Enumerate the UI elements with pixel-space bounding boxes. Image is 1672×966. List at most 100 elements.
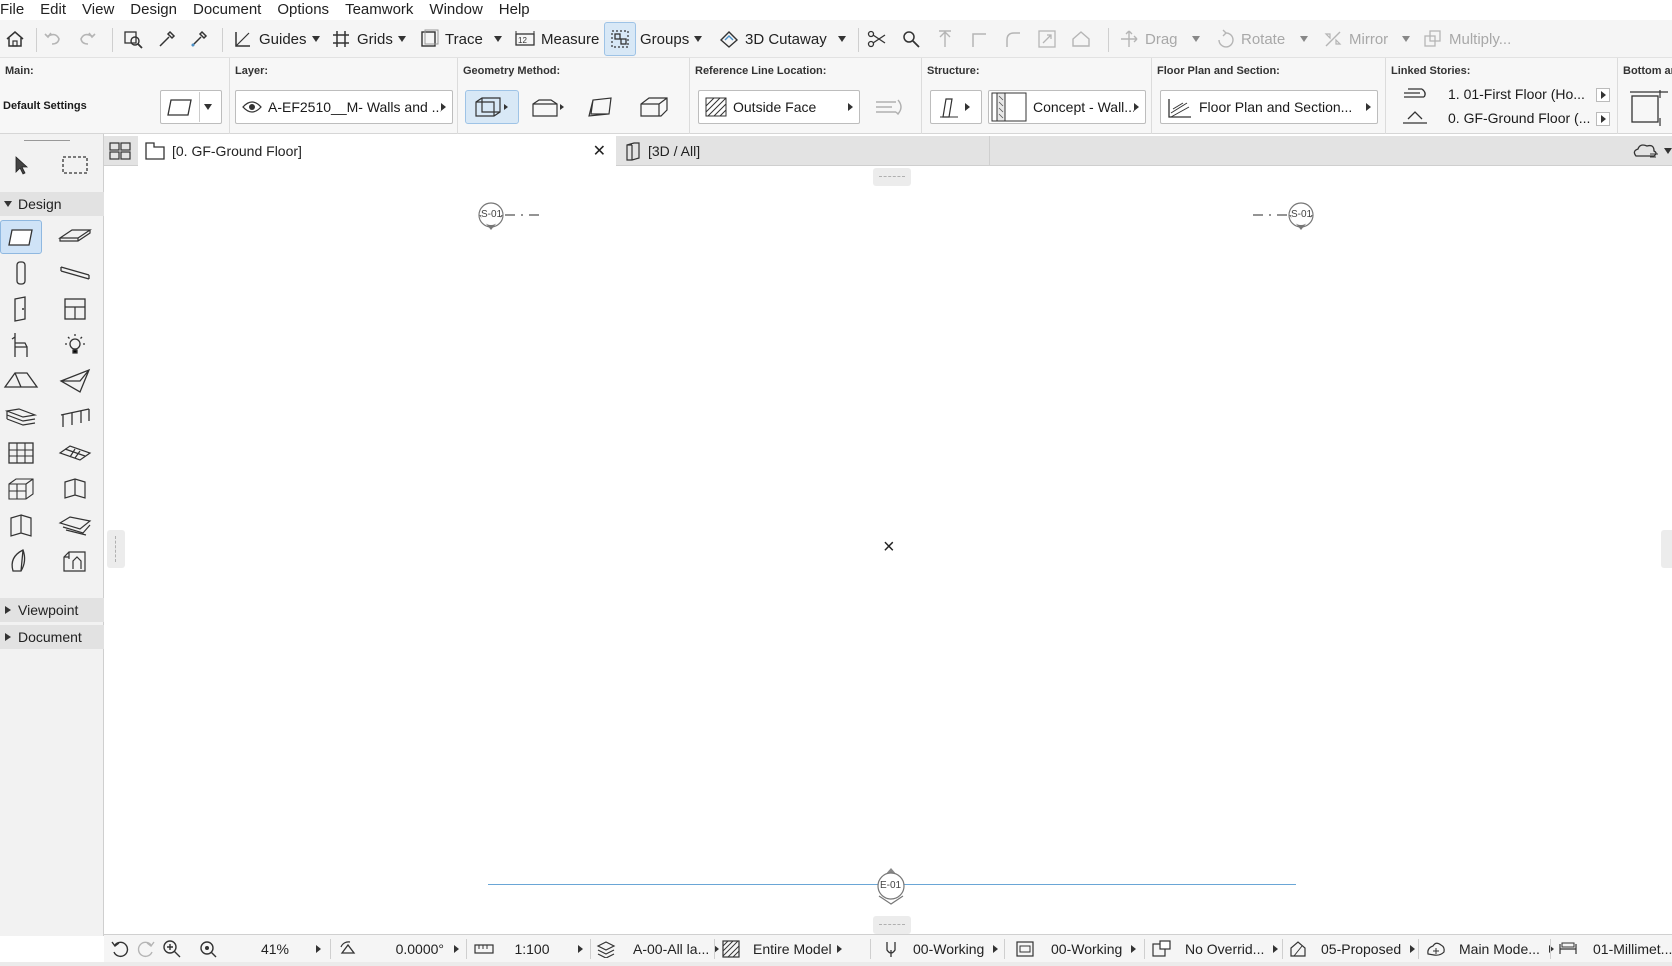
settings-dropdown-icon[interactable] — [204, 104, 212, 110]
menu-design[interactable]: Design — [122, 0, 185, 20]
top-scroll-handle[interactable] — [873, 168, 911, 186]
beam-tool[interactable] — [54, 256, 96, 290]
pen-set-field[interactable]: 00-Working — [884, 935, 999, 963]
fps-selector[interactable]: Floor Plan and Section... — [1160, 90, 1378, 124]
redo-button[interactable] — [76, 23, 98, 55]
rotate-dropdown[interactable] — [1300, 23, 1308, 55]
model-view-field[interactable]: Entire Model — [722, 935, 842, 963]
navigator-dropdown-icon[interactable] — [1664, 148, 1672, 154]
scale-field[interactable]: 1:100 — [496, 935, 568, 963]
polygonal-wall-button[interactable] — [632, 90, 678, 124]
straight-wall-button[interactable] — [465, 90, 519, 124]
intersect-button[interactable] — [968, 23, 990, 55]
zone-tool[interactable] — [0, 472, 42, 506]
object-library-tool[interactable] — [54, 544, 96, 578]
menu-help[interactable]: Help — [491, 0, 538, 20]
composite-selector[interactable]: Concept - Wall... — [988, 90, 1146, 124]
slab-tool[interactable] — [54, 220, 96, 254]
undo-button[interactable] — [42, 23, 64, 55]
trace-dropdown[interactable] — [494, 23, 502, 55]
marquee-tool[interactable] — [54, 148, 96, 182]
menu-file[interactable]: File — [0, 0, 32, 20]
lamp-tool[interactable] — [54, 328, 96, 362]
right-scroll-handle[interactable] — [1661, 530, 1672, 568]
dimension-standard-field[interactable]: 01-Millimet... — [1558, 935, 1672, 963]
drag-dropdown-icon[interactable] — [1192, 36, 1200, 42]
mirror-dropdown[interactable] — [1402, 23, 1410, 55]
trace-dropdown-icon[interactable] — [494, 36, 502, 42]
door-tool[interactable] — [0, 292, 42, 326]
menu-edit[interactable]: Edit — [32, 0, 74, 20]
tool-settings-button[interactable] — [160, 90, 222, 124]
fillet-button[interactable] — [1002, 23, 1024, 55]
grids-button[interactable]: Grids — [330, 23, 406, 55]
groups-dropdown-icon[interactable] — [694, 36, 703, 42]
graphic-override-field[interactable]: No Overrid... — [1152, 935, 1279, 963]
guides-button[interactable]: Guides — [232, 23, 320, 55]
drawing-canvas[interactable]: S-01 S-01 × E-01 — [105, 166, 1672, 934]
zoom-in-button[interactable] — [162, 935, 182, 963]
opening-tool[interactable] — [0, 508, 42, 542]
inject-parameters-button[interactable] — [188, 23, 210, 55]
home-button[interactable] — [4, 23, 26, 55]
menu-options[interactable]: Options — [269, 0, 337, 20]
flip-refline-button[interactable] — [866, 90, 912, 124]
window-tool[interactable] — [54, 292, 96, 326]
zoom-next-button[interactable] — [136, 935, 156, 963]
find-select-button[interactable] — [122, 23, 144, 55]
grids-dropdown-icon[interactable] — [397, 36, 406, 42]
trapezoid-wall-button[interactable] — [524, 90, 570, 124]
menu-view[interactable]: View — [74, 0, 122, 20]
split-button[interactable] — [866, 23, 888, 55]
measure-button[interactable]: 12 Measure — [514, 23, 599, 55]
bottom-scroll-handle[interactable] — [873, 916, 911, 934]
menu-window[interactable]: Window — [421, 0, 490, 20]
mirror-dropdown-icon[interactable] — [1402, 36, 1410, 42]
elevation-marker[interactable]: E-01 — [871, 866, 911, 906]
tab-3d-all[interactable]: [3D / All] — [618, 136, 990, 166]
orientation-button[interactable] — [338, 935, 358, 963]
zoom-back-button[interactable] — [110, 935, 130, 963]
close-tab-icon[interactable]: ✕ — [593, 141, 606, 161]
zoom-field[interactable]: 41% — [230, 935, 320, 963]
curtain-wall-tool[interactable] — [0, 436, 42, 470]
slanted-wall-button[interactable] — [578, 90, 624, 124]
groups-button[interactable] — [604, 22, 636, 56]
mesh-tool[interactable] — [54, 436, 96, 470]
drag-button[interactable]: Drag — [1118, 23, 1178, 55]
design-group-header[interactable]: Design — [0, 192, 104, 216]
linked-bottom-arrow-button[interactable] — [1596, 112, 1610, 126]
renovation-filter-field[interactable]: 05-Proposed — [1288, 935, 1416, 963]
shell-tool[interactable] — [54, 364, 96, 398]
object-tool[interactable] — [0, 328, 42, 362]
document-group-header[interactable]: Document — [0, 625, 104, 649]
morph-tool[interactable] — [54, 508, 96, 542]
menu-teamwork[interactable]: Teamwork — [337, 0, 421, 20]
elevate-button[interactable] — [934, 23, 956, 55]
refline-selector[interactable]: Outside Face — [698, 90, 860, 124]
tab-ground-floor[interactable]: [0. GF-Ground Floor] ✕ — [138, 136, 616, 166]
structure-type-selector[interactable] — [930, 90, 982, 124]
shell-curve-tool[interactable] — [0, 544, 42, 578]
section-marker-left[interactable]: S-01 — [469, 200, 559, 236]
roof-tool[interactable] — [0, 364, 42, 398]
adjust-button[interactable] — [900, 23, 922, 55]
skylight-tool[interactable] — [54, 472, 96, 506]
linked-top-value[interactable]: 1. 01-First Floor (Ho... — [1448, 86, 1585, 102]
section-marker-right[interactable]: S-01 — [1245, 200, 1335, 236]
angle-field[interactable]: 0.0000° — [364, 935, 444, 963]
rotate-dropdown-icon[interactable] — [1300, 36, 1308, 42]
tab-navigator-button[interactable] — [1620, 136, 1672, 166]
layer-combination-field[interactable]: A-00-All la... — [596, 935, 720, 963]
mirror-button[interactable]: Mirror — [1322, 23, 1388, 55]
groups-label-button[interactable]: Groups — [640, 23, 703, 55]
cutaway-dropdown-icon[interactable] — [838, 36, 846, 42]
zoom-arrow-icon[interactable] — [316, 945, 321, 953]
tab-overview-button[interactable] — [108, 136, 132, 166]
layer-selector[interactable]: A-EF2510__M- Walls and ... — [235, 90, 453, 124]
fit-in-window-button[interactable] — [198, 935, 218, 963]
3d-cutaway-button[interactable]: 3D Cutaway — [718, 23, 827, 55]
toolbox-grip[interactable] — [24, 140, 70, 141]
left-scroll-handle[interactable] — [107, 530, 125, 568]
menu-document[interactable]: Document — [185, 0, 269, 20]
